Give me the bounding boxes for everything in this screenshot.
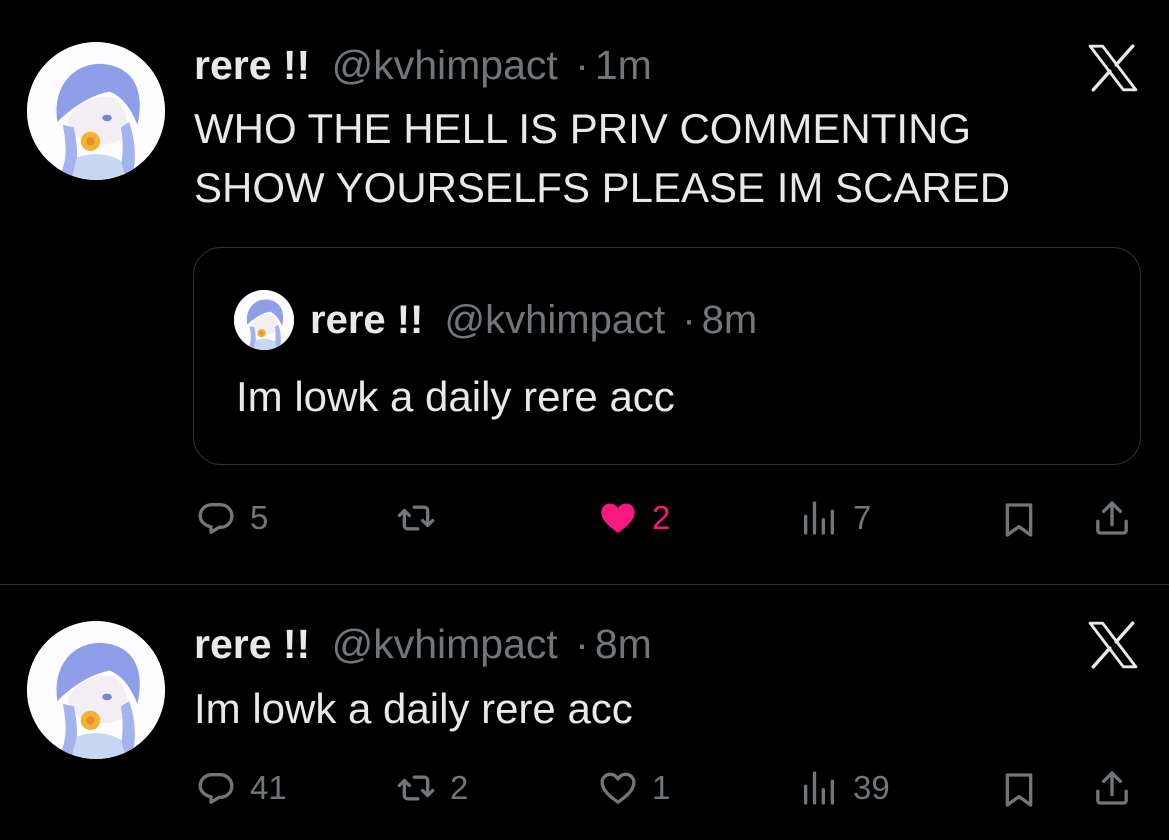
views-button[interactable]: 39: [799, 766, 890, 810]
avatar-image: [27, 42, 165, 180]
quoted-timestamp: 8m: [701, 298, 758, 342]
avatar-image: [234, 290, 294, 350]
reply-count: 5: [250, 499, 269, 536]
views-button[interactable]: 7: [799, 496, 871, 540]
tweet-header: rere !! @kvhimpact · 1m: [194, 40, 652, 90]
like-button[interactable]: 1: [598, 766, 670, 810]
avatar[interactable]: [27, 621, 165, 759]
repost-icon: [397, 505, 435, 531]
quoted-avatar[interactable]: [234, 290, 294, 350]
reply-icon: [198, 773, 234, 804]
x-logo-icon[interactable]: [1087, 621, 1139, 669]
quoted-author-name: rere !!: [310, 298, 424, 342]
separator-dot: ·: [575, 42, 589, 88]
avatar-image: [27, 621, 165, 759]
share-icon: [1096, 501, 1128, 535]
heart-icon: [600, 772, 636, 804]
quoted-tweet-card[interactable]: rere !! @kvhimpact · 8m Im lowk a daily r…: [193, 247, 1141, 465]
author-handle[interactable]: @kvhimpact: [332, 42, 558, 88]
like-count: 1: [652, 769, 671, 806]
reply-count: 41: [250, 769, 287, 806]
quoted-author-handle: @kvhimpact: [444, 298, 666, 342]
share-button[interactable]: [1092, 766, 1132, 810]
reply-button[interactable]: 41: [196, 766, 287, 810]
views-icon: [804, 501, 834, 535]
repost-button[interactable]: 2: [396, 766, 468, 810]
separator-dot: ·: [575, 621, 589, 667]
quoted-tweet-header: rere !! @kvhimpact · 8m: [310, 295, 757, 345]
bookmark-button[interactable]: [999, 768, 1039, 812]
bookmark-icon: [1005, 773, 1033, 807]
repost-button[interactable]: [396, 496, 450, 540]
quoted-tweet-text: Im lowk a daily rere acc: [236, 373, 675, 420]
author-name[interactable]: rere !!: [194, 621, 310, 667]
author-handle[interactable]: @kvhimpact: [332, 621, 558, 667]
avatar[interactable]: [27, 42, 165, 180]
x-logo-icon[interactable]: [1087, 44, 1139, 92]
view-count: 7: [853, 499, 872, 536]
views-icon: [804, 771, 834, 805]
view-count: 39: [853, 769, 890, 806]
like-count: 2: [652, 499, 671, 536]
bookmark-icon: [1005, 503, 1033, 537]
heart-icon: [601, 503, 635, 533]
tweet-header: rere !! @kvhimpact · 8m: [194, 619, 652, 669]
timestamp[interactable]: 1m: [595, 42, 652, 88]
like-button[interactable]: 2: [598, 496, 670, 540]
tweet[interactable]: rere !! @kvhimpact · 8m Im lowk a daily r…: [0, 585, 1169, 840]
tweet-text: Im lowk a daily rere acc: [194, 685, 633, 732]
separator-dot: ·: [682, 298, 696, 342]
author-name[interactable]: rere !!: [194, 42, 310, 88]
tweet[interactable]: rere !! @kvhimpact · 1m WHO THE HELL IS P…: [0, 0, 1169, 584]
repost-count: 2: [450, 769, 469, 806]
tweet-text: WHO THE HELL IS PRIV COMMENTING SHOW YOU…: [194, 105, 1011, 211]
share-button[interactable]: [1092, 496, 1132, 540]
repost-icon: [397, 775, 435, 801]
bookmark-button[interactable]: [999, 498, 1039, 542]
reply-icon: [198, 503, 234, 534]
reply-button[interactable]: 5: [196, 496, 268, 540]
timestamp[interactable]: 8m: [595, 621, 652, 667]
share-icon: [1096, 771, 1128, 805]
